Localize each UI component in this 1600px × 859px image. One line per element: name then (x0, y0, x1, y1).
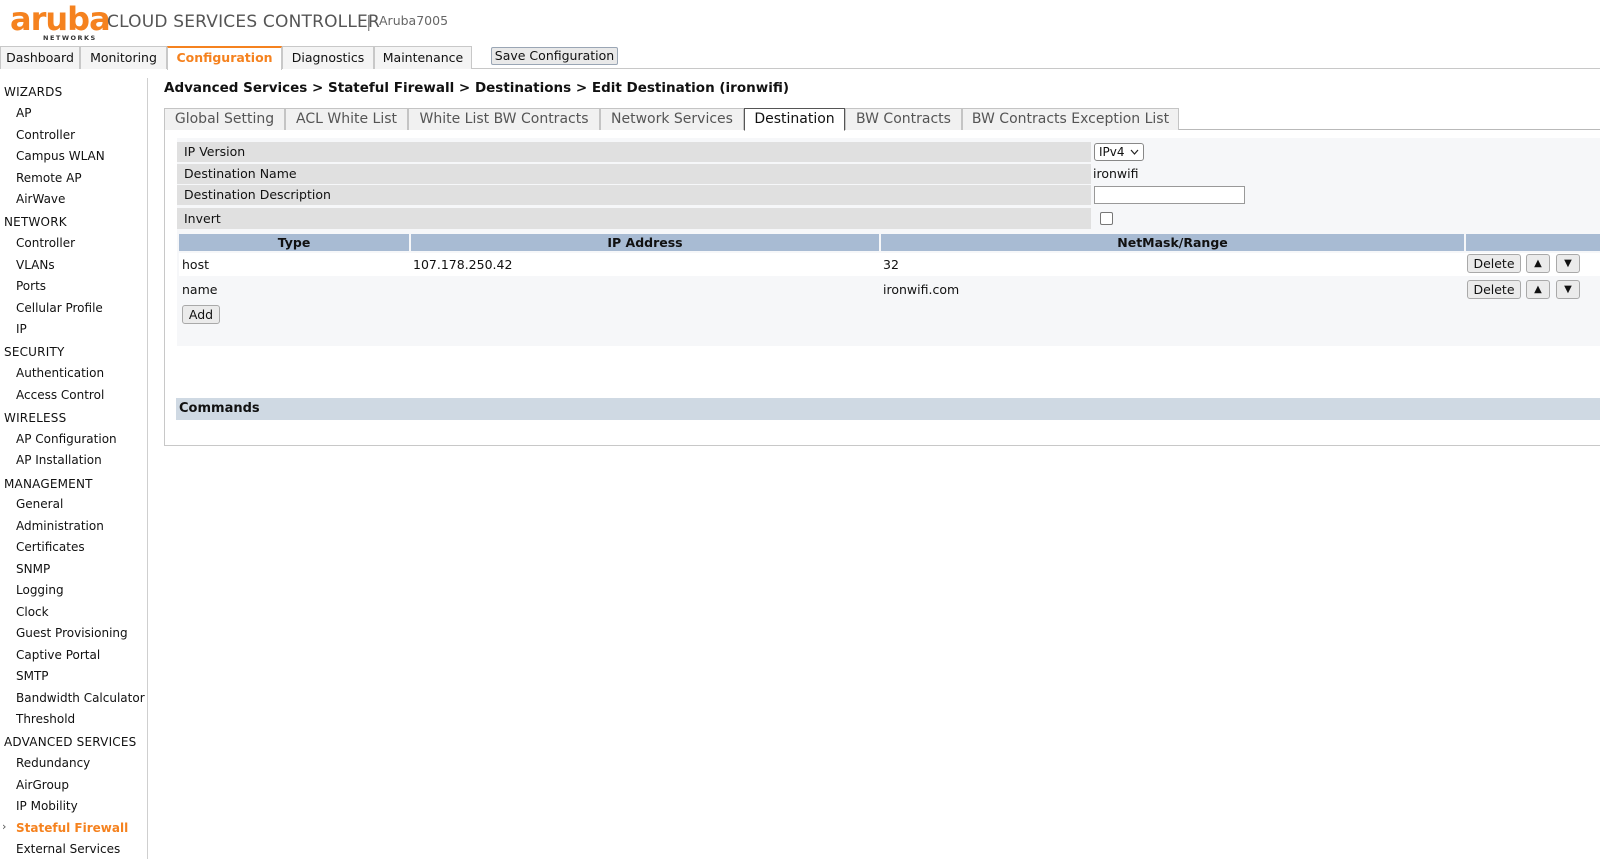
row-1-netmask: 32 (883, 257, 899, 272)
invert-checkbox[interactable] (1100, 212, 1113, 225)
sidebar-section-network: NETWORK (4, 215, 67, 229)
destination-name-label: Destination Name (177, 164, 1091, 184)
sidebar-item-ap-configuration[interactable]: AP Configuration (16, 432, 117, 446)
sidebar-item-guest-provisioning[interactable]: Guest Provisioning (16, 626, 128, 640)
sidebar-item-ap-installation[interactable]: AP Installation (16, 453, 102, 467)
logo-subtext: NETWORKS (43, 34, 97, 42)
app-title: CLOUD SERVICES CONTROLLER (107, 12, 380, 32)
tab-network-services[interactable]: Network Services (600, 108, 744, 130)
row-2-type: name (182, 282, 218, 297)
column-header-actions (1466, 234, 1600, 251)
sidebar-item-access-control[interactable]: Access Control (16, 388, 104, 402)
sidebar-section-advanced-services: ADVANCED SERVICES (4, 735, 137, 749)
sidebar-item-smtp[interactable]: SMTP (16, 669, 49, 683)
row-1-ip-address: 107.178.250.42 (413, 257, 513, 272)
column-header-ip-address: IP Address (411, 234, 879, 251)
title-separator: | (366, 12, 372, 31)
sidebar-item-cellular-profile[interactable]: Cellular Profile (16, 301, 103, 315)
tab-acl-white-list[interactable]: ACL White List (285, 108, 408, 130)
row-1-move-up-button[interactable]: ▲ (1526, 254, 1550, 273)
ip-version-label: IP Version (177, 142, 1091, 162)
sidebar-item-remote-ap[interactable]: Remote AP (16, 171, 82, 185)
tab-dashboard[interactable]: Dashboard (0, 46, 80, 69)
chevron-right-icon: › (2, 820, 7, 833)
aruba-logo: aruba NETWORKS (10, 0, 111, 42)
sidebar-item-authentication[interactable]: Authentication (16, 366, 104, 380)
firewall-subtabs: Global Setting ACL White List White List… (164, 108, 1600, 131)
tab-maintenance[interactable]: Maintenance (374, 46, 472, 69)
chevron-down-icon (1130, 144, 1139, 166)
sidebar-item-vlans[interactable]: VLANs (16, 258, 55, 272)
destination-description-label: Destination Description (177, 185, 1091, 205)
column-header-netmask-range: NetMask/Range (881, 234, 1464, 251)
controller-hostname: Aruba7005 (379, 13, 449, 28)
sidebar-section-wizards: WIZARDS (4, 85, 63, 99)
sidebar-item-wizard-ap[interactable]: AP (16, 106, 31, 120)
tab-bw-contracts[interactable]: BW Contracts (845, 108, 962, 130)
invert-label: Invert (177, 208, 1091, 229)
sidebar-item-general[interactable]: General (16, 497, 63, 511)
sidebar-item-network-controller[interactable]: Controller (16, 236, 75, 250)
row-1-type: host (182, 257, 209, 272)
row-2-move-up-button[interactable]: ▲ (1526, 280, 1550, 299)
ip-version-select[interactable]: IPv4 (1094, 143, 1144, 161)
breadcrumb: Advanced Services > Stateful Firewall > … (164, 80, 790, 96)
top-nav: Dashboard Monitoring Configuration Diagn… (0, 46, 1600, 70)
row-1-delete-button[interactable]: Delete (1467, 254, 1521, 273)
sidebar-item-ip[interactable]: IP (16, 322, 27, 336)
sidebar-item-external-services[interactable]: External Services (16, 842, 120, 856)
sidebar-item-bandwidth-calculator[interactable]: Bandwidth Calculator (16, 691, 145, 705)
sidebar-section-management: MANAGEMENT (4, 477, 93, 491)
add-entry-button[interactable]: Add (182, 305, 220, 324)
sidebar-item-ip-mobility[interactable]: IP Mobility (16, 799, 78, 813)
tab-diagnostics[interactable]: Diagnostics (282, 46, 374, 69)
row-2-delete-button[interactable]: Delete (1467, 280, 1521, 299)
row-1-move-down-button[interactable]: ▼ (1556, 254, 1580, 273)
sidebar-item-snmp[interactable]: SNMP (16, 562, 50, 576)
column-header-type: Type (179, 234, 409, 251)
tab-destination[interactable]: Destination (744, 108, 845, 131)
header: aruba NETWORKS CLOUD SERVICES CONTROLLER… (0, 0, 1600, 44)
sidebar-item-logging[interactable]: Logging (16, 583, 64, 597)
sidebar-item-captive-portal[interactable]: Captive Portal (16, 648, 100, 662)
sidebar-section-security: SECURITY (4, 345, 65, 359)
sidebar-item-wizard-controller[interactable]: Controller (16, 128, 75, 142)
tab-bw-contracts-exception-list[interactable]: BW Contracts Exception List (962, 108, 1179, 130)
sidebar-item-campus-wlan[interactable]: Campus WLAN (16, 149, 105, 163)
sidebar-item-stateful-firewall[interactable]: Stateful Firewall (16, 821, 128, 835)
row-2-move-down-button[interactable]: ▼ (1556, 280, 1580, 299)
tab-configuration[interactable]: Configuration (167, 46, 282, 70)
tab-global-setting[interactable]: Global Setting (164, 108, 285, 130)
sidebar-item-redundancy[interactable]: Redundancy (16, 756, 90, 770)
tab-monitoring[interactable]: Monitoring (80, 46, 167, 69)
sidebar: WIZARDS AP Controller Campus WLAN Remote… (0, 78, 148, 859)
destination-description-input[interactable] (1094, 186, 1245, 204)
row-2-netmask: ironwifi.com (883, 282, 960, 297)
tab-white-list-bw-contracts[interactable]: White List BW Contracts (408, 108, 600, 130)
sidebar-item-clock[interactable]: Clock (16, 605, 49, 619)
destination-name-value: ironwifi (1093, 166, 1139, 181)
sidebar-item-airgroup[interactable]: AirGroup (16, 778, 69, 792)
save-configuration-button[interactable]: Save Configuration (491, 47, 618, 65)
sidebar-item-ports[interactable]: Ports (16, 279, 46, 293)
sidebar-item-certificates[interactable]: Certificates (16, 540, 85, 554)
logo-text: aruba (10, 0, 111, 38)
sidebar-item-threshold[interactable]: Threshold (16, 712, 75, 726)
commands-section-header[interactable]: Commands (176, 398, 1600, 420)
sidebar-section-wireless: WIRELESS (4, 411, 67, 425)
sidebar-item-administration[interactable]: Administration (16, 519, 104, 533)
ip-version-value: IPv4 (1099, 145, 1125, 159)
sidebar-item-airwave[interactable]: AirWave (16, 192, 65, 206)
